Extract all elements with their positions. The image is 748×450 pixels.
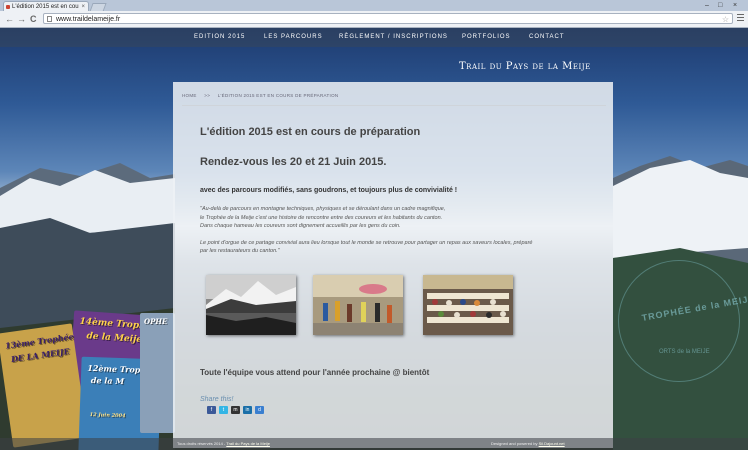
- photo-village-gathering[interactable]: [313, 275, 403, 335]
- poster-14-subtitle: de la Meije: [86, 331, 143, 346]
- trophy-logo-watermark: TROPHÉE de la MEIJE ORTS de la MEIJE: [618, 260, 748, 382]
- reload-icon[interactable]: C: [30, 14, 37, 24]
- breadcrumb: HOME >> L'ÉDITION 2015 EST EN COURS DE P…: [182, 93, 344, 98]
- footer-copyright: Tous droits réservés 2014 - Trail du Pay…: [177, 438, 270, 450]
- favicon-icon: [6, 5, 10, 9]
- event-dates: Rendez-vous les 20 et 21 Juin 2015.: [200, 156, 387, 168]
- closing-message: Toute l'équipe vous attend pour l'année …: [200, 368, 430, 377]
- nav-reglement-inscriptions[interactable]: RÈGLEMENT / INSCRIPTIONS: [339, 28, 448, 47]
- nav-portfolios[interactable]: PORTFOLIOS: [462, 28, 511, 47]
- roundel-text: TROPHÉE de la MEIJE: [641, 293, 748, 323]
- quote-line: Le point d'orgue de ce partage convivial…: [200, 239, 533, 246]
- quote-line: par les restaurateurs du canton.": [200, 248, 280, 254]
- delicious-icon[interactable]: d: [255, 406, 264, 414]
- description-quote: "Au-delà de parcours en montagne techniq…: [200, 205, 600, 264]
- page-icon: [47, 16, 52, 22]
- photo-village-gathering-image: [313, 275, 403, 335]
- footer-site-link[interactable]: Trail du Pays de la Meije: [226, 441, 270, 446]
- photo-mountain-lake-image: [206, 275, 296, 335]
- nav-edition-2015[interactable]: EDITION 2015: [194, 28, 245, 47]
- tagline: avec des parcours modifiés, sans goudron…: [200, 187, 458, 194]
- tab-title: L'édition 2015 est en cou: [12, 4, 79, 10]
- footer: Tous droits réservés 2014 - Trail du Pay…: [0, 438, 748, 450]
- content-panel: HOME >> L'ÉDITION 2015 EST EN COURS DE P…: [173, 82, 613, 448]
- share-label: Share this!: [200, 396, 234, 403]
- poster-12-title: 12ème Trop: [87, 362, 141, 375]
- website: EDITION 2015 LES PARCOURS RÈGLEMENT / IN…: [0, 28, 748, 450]
- linkedin-icon[interactable]: in: [243, 406, 252, 414]
- facebook-icon[interactable]: f: [207, 406, 216, 414]
- photo-shared-meal-image: [423, 275, 513, 335]
- quote-line: Dans chaque hameau les coureurs sont dig…: [200, 223, 401, 229]
- browser-toolbar: ← → C www.traildelameije.fr ☆: [0, 11, 748, 28]
- poster-12-date: 12 Juin 2004: [89, 411, 126, 420]
- breadcrumb-home[interactable]: HOME: [182, 93, 197, 98]
- url-text: www.traildelameije.fr: [56, 16, 121, 23]
- browser-tab[interactable]: L'édition 2015 est en cou ×: [3, 1, 89, 11]
- menu-icon[interactable]: [737, 14, 744, 23]
- tab-close-icon[interactable]: ×: [81, 2, 85, 11]
- photo-shared-meal[interactable]: [423, 275, 513, 335]
- minimize-icon[interactable]: –: [705, 1, 709, 10]
- browser-tab-bar: L'édition 2015 est en cou × – □ ×: [0, 0, 748, 12]
- quote-line: le Trophée de la Meije c'est une histoir…: [200, 214, 443, 221]
- divider: [182, 105, 606, 106]
- photo-mountain-lake[interactable]: [206, 275, 296, 335]
- maximize-icon[interactable]: □: [718, 1, 722, 10]
- address-bar[interactable]: www.traildelameije.fr ☆: [43, 13, 733, 24]
- nav-contact[interactable]: CONTACT: [529, 28, 565, 47]
- myspace-icon[interactable]: m: [231, 406, 240, 414]
- footer-copyright-text: Tous droits réservés 2014 -: [177, 441, 226, 446]
- nav-les-parcours[interactable]: LES PARCOURS: [264, 28, 323, 47]
- page-title: L'édition 2015 est en cours de préparati…: [200, 126, 421, 138]
- back-icon[interactable]: ←: [5, 14, 14, 24]
- bookmark-star-icon[interactable]: ☆: [722, 14, 729, 25]
- quote-line: "Au-delà de parcours en montagne techniq…: [200, 206, 446, 212]
- footer-credits: Designed and powered by Sil.Dajount.net: [491, 438, 565, 450]
- footer-credits-text: Designed and powered by: [491, 441, 538, 446]
- poster-12-subtitle: de la M: [90, 374, 125, 387]
- roundel-text-2: ORTS de la MEIJE: [659, 349, 710, 355]
- forward-icon[interactable]: →: [17, 14, 26, 24]
- breadcrumb-current: L'ÉDITION 2015 EST EN COURS DE PRÉPARATI…: [217, 93, 339, 98]
- twitter-icon[interactable]: t: [219, 406, 228, 414]
- breadcrumb-separator: >>: [204, 93, 211, 98]
- poster-side: OPHE: [140, 313, 175, 433]
- site-brand[interactable]: Trail du Pays de la Meije: [459, 61, 591, 72]
- poster-side-text: OPHE: [144, 317, 168, 326]
- main-navigation: EDITION 2015 LES PARCOURS RÈGLEMENT / IN…: [0, 28, 748, 47]
- close-window-icon[interactable]: ×: [733, 1, 737, 10]
- footer-designer-link[interactable]: Sil.Dajount.net: [539, 441, 565, 446]
